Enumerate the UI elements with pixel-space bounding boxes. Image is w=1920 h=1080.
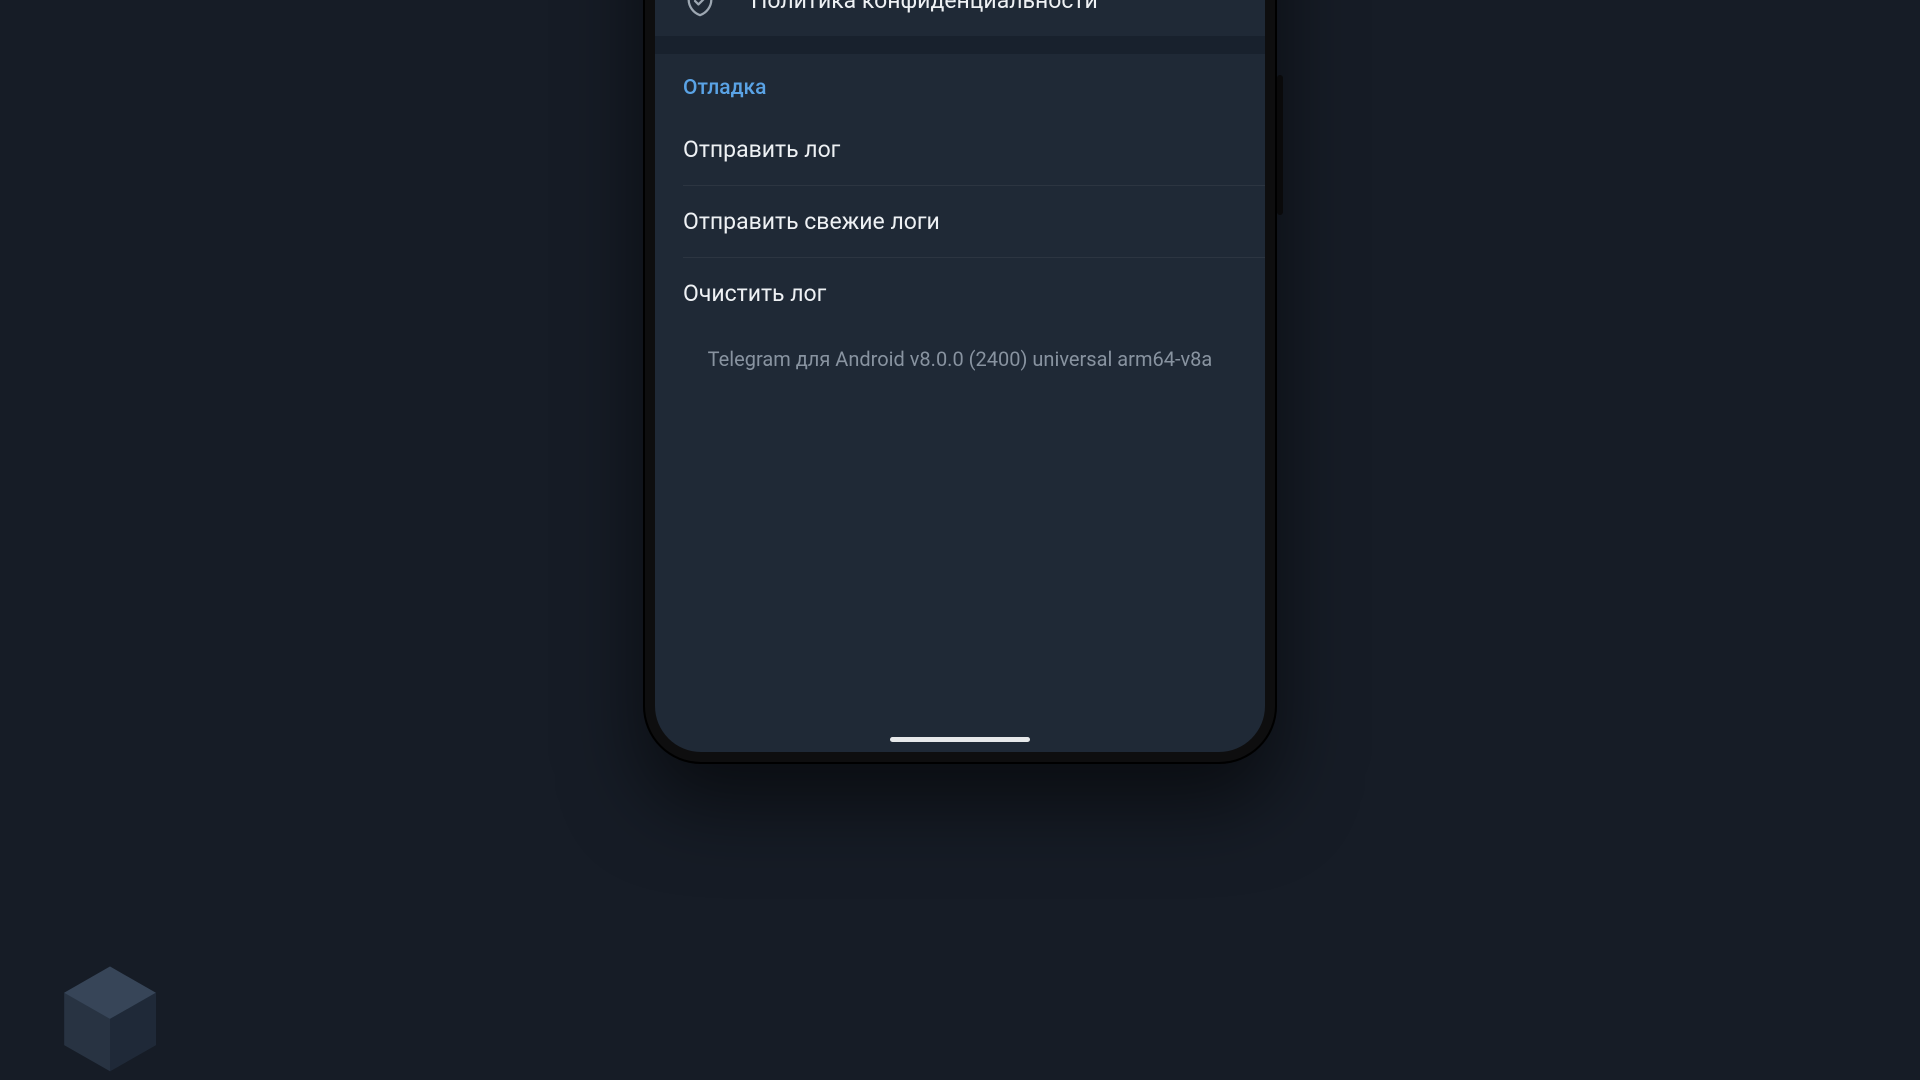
settings-row-clear-log[interactable]: Очистить лог — [655, 258, 1265, 329]
settings-row-label: Политика конфиденциальности — [751, 0, 1237, 14]
shield-check-icon — [683, 0, 725, 18]
phone-screen: Язык Помощь Задать вопрос — [655, 0, 1265, 752]
brand-cube-logo — [55, 960, 165, 1080]
phone-side-button — [1277, 75, 1283, 215]
settings-row-send-log[interactable]: Отправить лог — [655, 114, 1265, 185]
section-divider — [655, 36, 1265, 54]
settings-row-label: Отправить лог — [683, 136, 1237, 163]
gesture-bar[interactable] — [890, 737, 1030, 742]
settings-row-label: Очистить лог — [683, 280, 1237, 307]
section-header-debug: Отладка — [655, 54, 1265, 114]
settings-row-label: Отправить свежие логи — [683, 208, 1237, 235]
settings-row-send-fresh-logs[interactable]: Отправить свежие логи — [655, 186, 1265, 257]
phone-frame: Язык Помощь Задать вопрос — [643, 0, 1277, 764]
app-version-text: Telegram для Android v8.0.0 (2400) unive… — [655, 329, 1265, 401]
settings-row-privacy-policy[interactable]: Политика конфиденциальности — [655, 0, 1265, 36]
